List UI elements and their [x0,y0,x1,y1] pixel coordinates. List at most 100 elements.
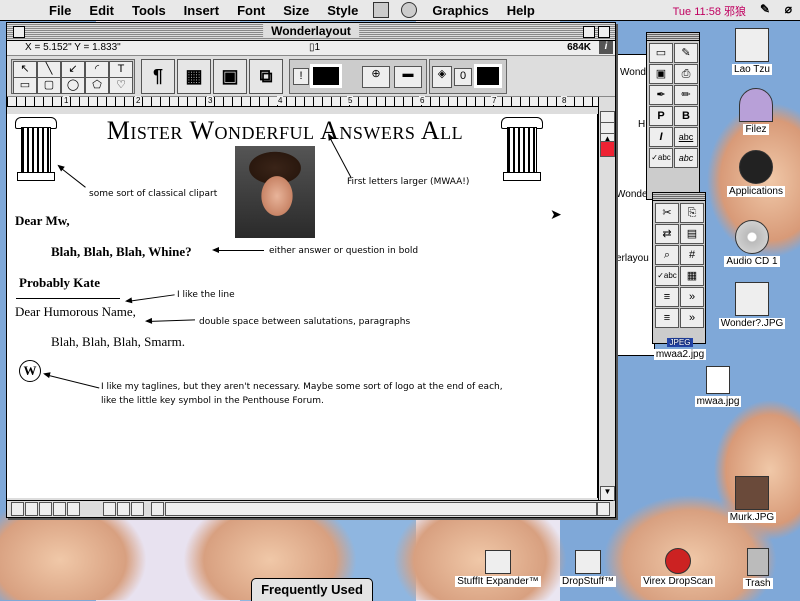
bold-style-icon[interactable]: B [674,106,698,126]
collapse-box-icon[interactable] [598,26,610,38]
app-switcher-icon[interactable]: ✎ [760,2,770,16]
line-width-tool-icon[interactable]: ▬ [394,66,422,88]
scroll-thumb[interactable] [600,141,615,157]
desktop-icon-virex[interactable]: Virex DropScan [638,548,718,587]
find-icon[interactable]: ⌕ [655,245,679,265]
tool-palette[interactable]: ▭ ✎ ▣ ⎙ ✒ ✏ P B I abc ✓abc abc [646,32,700,200]
info-icon[interactable]: i [599,41,613,54]
scroll-right-arrow-icon[interactable] [597,502,610,516]
page-view-icon[interactable] [11,502,24,516]
menu-clock[interactable]: Tue 11:58 邪狼 [673,3,746,19]
view-mode-2-icon[interactable] [117,502,130,516]
desktop-icon-stuffit-expander[interactable]: StuffIt Expander™ [446,550,550,587]
desktop-icon-mwaa2[interactable]: JPEG mwaa2.jpg [640,338,720,360]
desktop-icon-dropstuff[interactable]: DropStuff™ [548,550,628,587]
palette-tool-icon[interactable]: ✒ [649,85,673,105]
author-photo [235,146,315,238]
polygon-tool-icon[interactable]: ⬠ [85,77,109,94]
palette-tool-icon[interactable]: ✏ [674,85,698,105]
menu-tools[interactable]: Tools [123,3,175,18]
desktop-icon-trash[interactable]: Trash [718,548,798,589]
tool-bar: ↖ ╲ ↙ ◜ T ▭ ▢ ◯ ⬠ ♡ ¶ ▦ ▣ ⧉ ! ⊕ ▬ ◈ 0 [7,56,615,97]
swap-icon[interactable]: ⇄ [655,224,679,244]
desktop-icon-audio-cd[interactable]: Audio CD 1 [712,220,792,267]
arc-tool-icon[interactable]: ◜ [85,61,109,78]
desktop-icon-lao-tzu[interactable]: Lao Tzu [712,28,792,75]
line-color-swatch[interactable] [310,64,342,88]
line-tool-icon[interactable]: ╲ [37,61,61,78]
desktop-icon-mwaa[interactable]: mwaa.jpg [678,366,758,407]
spellcheck-icon[interactable]: ✓abc [655,266,679,286]
desktop-icon-murk[interactable]: Murk.JPG [712,476,792,523]
zoom-icon[interactable] [67,502,80,516]
view-mode-1-icon[interactable] [103,502,116,516]
oval-tool-icon[interactable]: ◯ [61,77,85,94]
desktop-icon-filez[interactable]: Filez [716,88,796,135]
pointer-tool-icon[interactable]: ↖ [13,61,37,78]
menu-graphics[interactable]: Graphics [423,3,497,18]
image-frame-tool-icon[interactable]: ▣ [213,59,247,94]
paragraph-tool-icon[interactable]: ¶ [141,59,175,94]
copy-icon[interactable]: ⎘ [680,203,704,223]
fill-pattern-swatch[interactable]: 0 [454,68,472,86]
horizontal-ruler[interactable]: 1 2 3 4 5 6 7 8 [7,96,615,107]
italic-style-icon[interactable]: I [649,127,673,147]
menu-style[interactable]: Style [318,3,367,18]
title-bar[interactable]: Wonderlayout [7,23,615,41]
spellcheck-icon[interactable]: ✓abc [649,148,673,168]
lines-icon[interactable]: ≡ [655,308,679,328]
palette-tool-icon[interactable]: ✎ [674,43,698,63]
close-box-icon[interactable] [13,26,25,38]
plain-style-icon[interactable]: P [649,106,673,126]
desktop-icon-applications[interactable]: Applications [716,150,796,197]
page-number-icon[interactable]: # [680,245,704,265]
palette-title-bar[interactable] [653,193,705,201]
arrow-line-tool-icon[interactable]: ↙ [61,61,85,78]
layer-tool-icon[interactable]: ⧉ [249,59,283,94]
paragraph-view-icon[interactable] [53,502,66,516]
document-page[interactable]: Mister Wonderful Answers All some sort o… [7,114,598,498]
scissors-icon[interactable]: ✂ [655,203,679,223]
forward-icon[interactable]: » [680,308,704,328]
view-mode-3-icon[interactable] [131,502,144,516]
desktop-icon-wonder-jpg[interactable]: Wonder?.JPG [712,282,792,329]
application-menu-icon[interactable]: ⌀ [785,2,792,16]
palette-tool-icon[interactable]: ▣ [649,64,673,84]
menu-size[interactable]: Size [274,3,318,18]
palette-title-bar[interactable] [647,33,699,41]
zoom-box-icon[interactable] [583,26,595,38]
vertical-scrollbar[interactable]: ▲ ▼ [598,97,615,501]
document-icon[interactable]: ▤ [680,224,704,244]
color-picture-tool-icon[interactable]: ▦ [177,59,211,94]
menu-help[interactable]: Help [498,3,544,18]
lines-icon[interactable]: ≡ [655,287,679,307]
scroll-left-arrow-icon[interactable] [151,502,164,516]
book-icon[interactable]: ▦ [680,266,704,286]
underline-style-icon[interactable]: abc [674,127,698,147]
scroll-down-arrow-icon[interactable]: ▼ [600,486,615,501]
line-style-tools: ! ⊕ ▬ [289,59,427,94]
text-tool-icon[interactable]: T [109,61,133,78]
freeform-tool-icon[interactable]: ♡ [109,77,133,94]
paint-bucket-icon[interactable]: ◈ [432,66,452,88]
fill-color-swatch[interactable] [474,64,502,88]
forward-icon[interactable]: » [680,287,704,307]
master-page-icon[interactable] [25,502,38,516]
menu-insert[interactable]: Insert [175,3,228,18]
rounded-rect-tool-icon[interactable]: ▢ [37,77,61,94]
palette-tool-icon[interactable]: ⎙ [674,64,698,84]
window-menu-icon[interactable] [373,2,390,18]
rectangle-tool-icon[interactable]: ▭ [13,77,37,94]
gear-menu-icon[interactable] [401,2,418,18]
horizontal-scrollbar[interactable] [165,502,597,516]
palette-tool-icon[interactable]: ▭ [649,43,673,63]
menu-font[interactable]: Font [228,3,274,18]
frequently-used-tab[interactable]: Frequently Used [251,578,373,601]
menu-file[interactable]: File [40,3,80,18]
text-style-icon[interactable]: abc [674,148,698,168]
tool-palette-2[interactable]: ✂ ⎘ ⇄ ▤ ⌕ # ✓abc ▦ ≡ » ≡ » [652,192,706,344]
menu-edit[interactable]: Edit [80,3,123,18]
alignment-tool-icon[interactable]: ⊕ [362,66,390,88]
pen-tool-icon[interactable]: ! [293,68,309,85]
layout-view-icon[interactable] [39,502,52,516]
